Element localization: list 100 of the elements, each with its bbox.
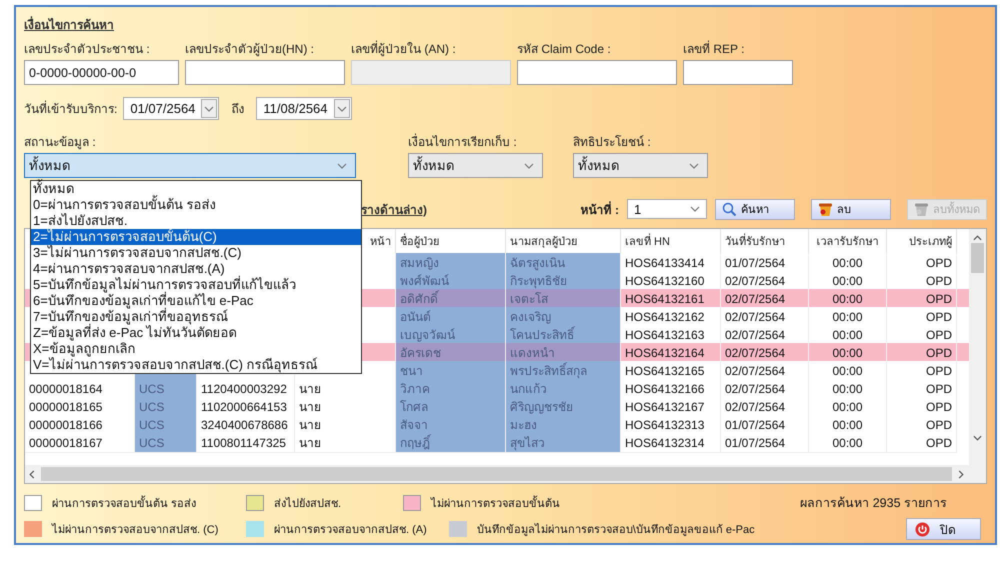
close-button[interactable]: ปิด [906,518,981,540]
table-cell: 00000018164 [25,379,135,399]
legend-label: บันทึกข้อมูลไม่ผ่านการตรวจสอบ\บันทึกข้อมูลขอแก้ e-Pac [476,522,755,538]
table-cell: HOS64132166 [621,379,721,399]
table-cell: กฤษฎิ์ [396,433,506,453]
table-cell: คงเจริญ [506,307,621,327]
text-field[interactable] [185,60,345,85]
page-dropdown[interactable]: 1 [627,199,707,219]
date-field[interactable]: 01/07/2564 [123,97,220,120]
field-label: เลขที่ REP : [683,40,746,58]
text-field[interactable]: 0-0000-00000-00-0 [24,60,179,85]
section-title: รางด้านล่าง) [361,202,427,218]
table-cell: 1120400003292 [197,379,295,399]
billing-dropdown[interactable]: ทั้งหมด [408,153,543,178]
table-cell: OPD [887,325,957,345]
table-cell: ฉัตรสูงเนิน [506,253,621,273]
table-cell: UCS [135,379,197,399]
table-cell: พงศ์พัฒน์ [396,271,506,291]
table-cell: 02/07/2564 [721,397,809,417]
trash-icon [818,202,833,216]
dropdown-option[interactable]: 3=ไม่ผ่านการตรวจสอบจากสปสช.(C) [31,245,361,261]
table-cell: HOS64132314 [621,433,721,453]
status-dropdown[interactable]: ทั้งหมด [24,153,356,178]
dropdown-option[interactable]: V=ไม่ผ่านการตรวจสอบจากสปสช.(C) กรณีอุทธรณ์ [31,357,361,373]
table-cell: อนันต์ [396,307,506,327]
table-cell: นาย [295,433,396,453]
scroll-right-icon[interactable] [958,470,964,478]
caret-icon [524,162,534,168]
table-cell: OPD [887,415,957,435]
field-label: รหัส Claim Code : [517,41,612,58]
table-cell: ศิริญญชรชัย [506,397,621,417]
table-cell: OPD [887,289,957,309]
field-label: เลขที่ผู้ป่วยใน (AN) : [351,40,457,58]
caret-icon [337,162,347,168]
legend-label: ส่งไปยังสปสช. [274,496,342,512]
table-cell: HOS64132160 [621,271,721,291]
caret-icon [336,106,347,112]
delete-button[interactable]: ลบ [811,198,891,220]
legend-label: ผ่านการตรวจสอบจากสปสช. (A) [274,523,427,538]
benefit-dropdown[interactable]: ทั้งหมด [573,153,708,178]
text-field[interactable] [517,60,677,85]
table-cell: โคนประสิทธิ์ [506,325,621,345]
table-cell: 02/07/2564 [721,343,809,363]
dropdown-option[interactable]: 0=ผ่านการตรวจสอบขั้นต้น รอส่ง [31,197,361,213]
table-cell: 02/07/2564 [721,307,809,327]
table-cell: 00:00 [809,361,887,381]
field-label: เงื่อนไขการเรียกเก็บ : [408,132,518,151]
scroll-down-icon[interactable] [973,435,982,441]
caret-icon [689,162,699,168]
result-count: ผลการค้นหา 2935 รายการ [800,495,948,512]
legend-label: ไม่ผ่านการตรวจสอบจากสปสช. (C) [52,522,218,538]
table-cell: 02/07/2564 [721,361,809,381]
table-cell: 1100801147325 [197,433,295,453]
table-cell: OPD [887,307,957,327]
dropdown-option[interactable]: X=ข้อมูลถูกยกเลิก [31,341,361,357]
field-label: สิทธิประโยชน์ : [573,134,652,151]
field-label: เลขประจำตัวประชาชน : [24,41,151,58]
table-cell: สมหญิง [396,253,506,273]
table-cell: เจตะโส [506,289,621,309]
table-cell: 00000018165 [25,397,135,417]
table-cell: สัจจา [396,415,506,435]
table-cell: อดิศักดิ์ [396,289,506,309]
date-to-label: ถึง [231,101,244,118]
table-cell: เบญจวัฒน์ [396,325,506,345]
dropdown-option[interactable]: 4=ผ่านการตรวจสอบจากสปสช.(A) [31,261,361,277]
dropdown-option[interactable]: 7=บันทึกของข้อมูลเก่าที่ขออุทธรณ์ [31,309,361,325]
scroll-up-icon[interactable] [973,235,982,241]
table-cell: สุขไสว [506,433,621,453]
vertical-scrollbar[interactable] [969,229,986,465]
table-cell: OPD [887,361,957,381]
dropdown-option[interactable]: 1=ส่งไปยังสปสช. [31,213,361,229]
table-cell: มะฮง [506,415,621,435]
dropdown-option[interactable]: 2=ไม่ผ่านการตรวจสอบขั้นต้น(C) [31,229,361,245]
table-cell: นกแก้ว [506,379,621,399]
table-cell: 00:00 [809,307,887,327]
table-cell: นาย [295,379,396,399]
table-cell: 00000018166 [25,415,135,435]
table-cell: นาย [295,397,396,417]
table-cell: 00:00 [809,289,887,309]
table-cell: 00:00 [809,379,887,399]
table-cell: HOS64132164 [621,343,721,363]
horizontal-scrollbar[interactable] [25,465,986,483]
table-cell: 02/07/2564 [721,325,809,345]
date-field[interactable]: 11/08/2564 [256,97,352,120]
dropdown-option[interactable]: 6=บันทึกของข้อมูลเก่าที่ขอแก้ไข e-Pac [31,293,361,309]
table-cell: HOS64132161 [621,289,721,309]
dropdown-option[interactable]: Z=ข้อมูลที่ส่ง e-Pac ไม่ทันวันตัดยอด [31,325,361,341]
dropdown-option[interactable]: 5=บันทึกข้อมูลไม่ผ่านการตรวจสอบที่แก้ไขแล้ว [31,277,361,293]
text-field[interactable] [683,60,793,85]
table-cell: UCS [135,397,197,417]
date-label: วันที่เข้ารับบริการ: [24,100,118,118]
search-button[interactable]: ค้นหา [715,198,795,220]
table-cell: OPD [887,433,957,453]
scroll-thumb[interactable] [971,243,984,273]
table-cell: 02/07/2564 [721,289,809,309]
table-cell: อัครเดช [396,343,506,363]
table-cell: 01/07/2564 [721,433,809,453]
scroll-left-icon[interactable] [29,470,35,478]
page-label: หน้าที่ : [580,200,619,218]
table-cell: 00:00 [809,397,887,417]
